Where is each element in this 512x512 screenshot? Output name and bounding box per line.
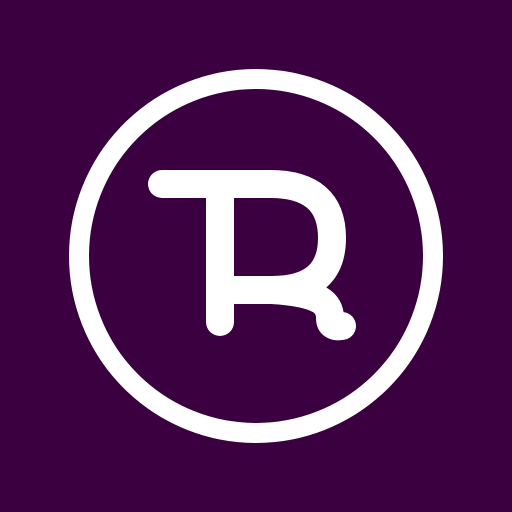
tr-monogram-logo-icon	[0, 0, 512, 512]
app-icon	[0, 0, 512, 512]
